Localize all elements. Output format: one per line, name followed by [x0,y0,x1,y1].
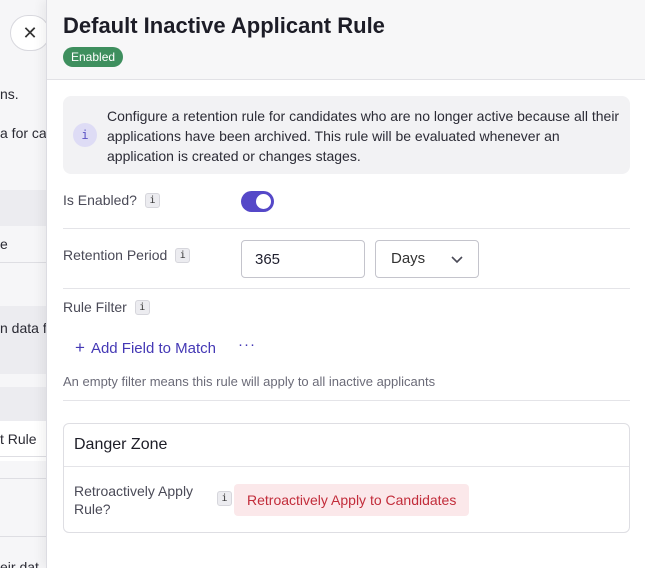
background-divider [0,456,46,457]
retroactive-apply-label: Retroactively Apply Rule? [74,483,194,517]
rule-drawer: Default Inactive Applicant Rule Enabled … [46,0,645,568]
background-text: ns. [0,86,19,102]
info-tooltip-icon[interactable]: i [134,299,150,315]
toggle-knob [256,194,271,209]
background-text: t Rule [0,431,37,447]
retention-unit-select[interactable]: Days [375,240,479,278]
background-divider [0,262,46,263]
close-icon: ✕ [22,22,38,43]
divider [63,400,630,401]
retroactive-apply-button[interactable]: Retroactively Apply to Candidates [234,484,470,516]
background-divider [0,536,46,537]
divider [63,228,630,229]
background-text: eir dat [0,559,39,568]
divider [64,466,629,467]
more-options-button[interactable]: ··· [238,336,256,353]
rule-filter-label: Rule Filter i [63,299,150,315]
plus-icon: + [75,338,85,357]
info-tooltip-icon[interactable]: i [217,491,232,506]
danger-zone-title: Danger Zone [74,436,168,453]
rule-filter-label-text: Rule Filter [63,299,127,315]
rule-filter-hint: An empty filter means this rule will app… [63,374,436,389]
retention-period-input[interactable] [241,240,365,278]
info-tooltip-icon[interactable]: i [144,192,160,208]
danger-zone: Danger Zone Retroactively Apply Rule? i … [63,423,630,533]
info-icon: i [73,123,97,147]
background-divider [0,478,46,479]
is-enabled-label: Is Enabled? i [63,192,160,208]
retention-period-label: Retention Period i [63,247,191,263]
close-button[interactable]: ✕ [10,15,50,51]
divider [63,288,630,289]
is-enabled-label-text: Is Enabled? [63,192,137,208]
background-text: n data f [0,320,47,336]
is-enabled-toggle[interactable] [241,191,274,212]
info-text: Configure a retention rule for candidate… [107,108,620,164]
background-band [0,306,46,374]
add-field-label: Add Field to Match [90,339,216,357]
chevron-down-icon [451,256,463,264]
background-text: a for ca [0,125,47,141]
status-badge: Enabled [63,47,124,67]
drawer-header: Default Inactive Applicant Rule Enabled [47,0,645,80]
background-band [0,190,46,226]
background-text: e [0,236,8,252]
add-field-button[interactable]: + Add Field to Match [75,338,216,358]
background-band [0,387,46,421]
retention-unit-value: Days [391,250,426,267]
retention-period-label-text: Retention Period [63,247,168,263]
page-title: Default Inactive Applicant Rule [63,13,385,38]
info-tooltip-icon[interactable]: i [175,247,191,263]
info-callout: i Configure a retention rule for candida… [63,96,630,174]
